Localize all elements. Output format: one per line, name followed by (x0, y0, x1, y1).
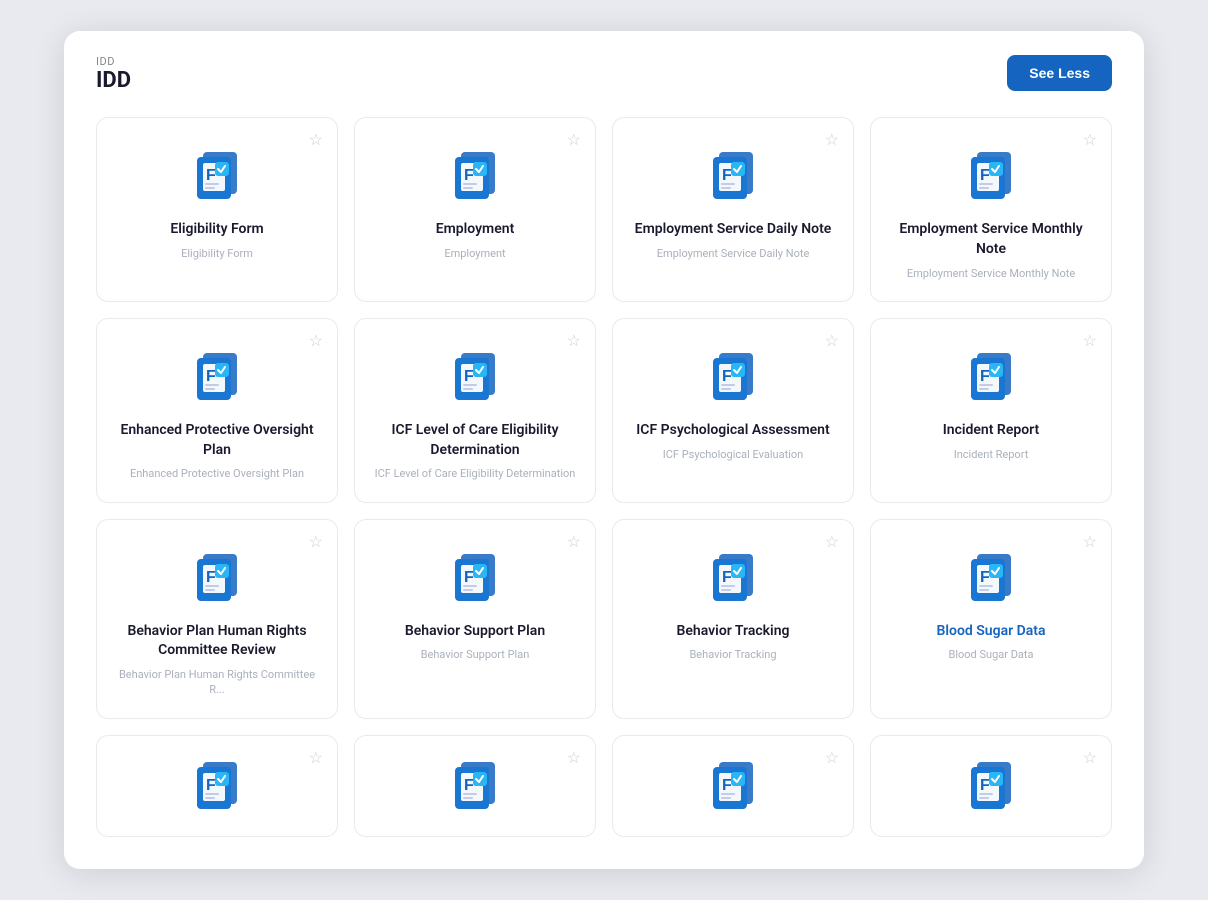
card-icon-employment-service-daily-note: F (701, 142, 765, 206)
card-employment[interactable]: ☆ F Employment Employment (354, 117, 596, 302)
card-title-enhanced-protective-oversight-plan: Enhanced Protective Oversight Plan (113, 421, 321, 460)
card-star-blood-sugar-data[interactable]: ☆ (1083, 532, 1097, 551)
main-window: IDD IDD See Less ☆ F Eligibility Form El (64, 31, 1144, 868)
card-blood-sugar-data[interactable]: ☆ F Blood Sugar Data Blood Sugar Data (870, 519, 1112, 719)
card-star-icf-level-of-care-eligibility-determination[interactable]: ☆ (567, 331, 581, 350)
card-subtitle-icf-level-of-care-eligibility-determination: ICF Level of Care Eligibility Determinat… (375, 466, 576, 481)
card-title-eligibility-form: Eligibility Form (170, 220, 263, 240)
card-star-behavior-plan-human-rights[interactable]: ☆ (309, 532, 323, 551)
card-subtitle-behavior-tracking: Behavior Tracking (689, 647, 776, 662)
card-star-partial-4[interactable]: ☆ (1083, 748, 1097, 767)
card-title-behavior-support-plan: Behavior Support Plan (405, 622, 545, 642)
card-subtitle-icf-psychological-assessment: ICF Psychological Evaluation (663, 447, 803, 462)
svg-text:F: F (980, 167, 990, 184)
card-icon-partial-2: F (443, 752, 507, 816)
card-title-icf-level-of-care-eligibility-determination: ICF Level of Care Eligibility Determinat… (371, 421, 579, 460)
svg-text:F: F (464, 569, 474, 586)
card-subtitle-employment-service-monthly-note: Employment Service Monthly Note (907, 266, 1075, 281)
card-incident-report[interactable]: ☆ F Incident Report Incident Report (870, 318, 1112, 503)
card-star-employment-service-monthly-note[interactable]: ☆ (1083, 130, 1097, 149)
card-icf-psychological-assessment[interactable]: ☆ F ICF Psychological Assessment ICF Psy… (612, 318, 854, 503)
card-icon-partial-4: F (959, 752, 1023, 816)
card-title-behavior-tracking: Behavior Tracking (677, 622, 790, 642)
card-subtitle-blood-sugar-data: Blood Sugar Data (948, 647, 1033, 662)
idd-label: IDD (96, 55, 131, 68)
card-title-employment-service-monthly-note: Employment Service Monthly Note (887, 220, 1095, 259)
card-title-behavior-plan-human-rights: Behavior Plan Human Rights Committee Rev… (113, 622, 321, 661)
card-subtitle-employment: Employment (444, 246, 505, 261)
svg-text:F: F (206, 569, 216, 586)
card-partial-3[interactable]: ☆ F (612, 735, 854, 837)
card-icf-level-of-care-eligibility-determination[interactable]: ☆ F ICF Level of Care Eligibility Determ… (354, 318, 596, 503)
card-title-icf-psychological-assessment: ICF Psychological Assessment (636, 421, 829, 441)
card-icon-behavior-plan-human-rights: F (185, 544, 249, 608)
card-subtitle-enhanced-protective-oversight-plan: Enhanced Protective Oversight Plan (130, 466, 304, 481)
card-star-employment-service-daily-note[interactable]: ☆ (825, 130, 839, 149)
card-partial-4[interactable]: ☆ F (870, 735, 1112, 837)
card-icon-incident-report: F (959, 343, 1023, 407)
svg-text:F: F (722, 569, 732, 586)
svg-text:F: F (206, 368, 216, 385)
card-star-eligibility-form[interactable]: ☆ (309, 130, 323, 149)
card-star-partial-3[interactable]: ☆ (825, 748, 839, 767)
card-star-incident-report[interactable]: ☆ (1083, 331, 1097, 350)
card-subtitle-employment-service-daily-note: Employment Service Daily Note (657, 246, 810, 261)
card-title-employment-service-daily-note: Employment Service Daily Note (635, 220, 832, 240)
card-employment-service-monthly-note[interactable]: ☆ F Employment Service Monthly Note Empl… (870, 117, 1112, 302)
see-less-button[interactable]: See Less (1007, 55, 1112, 91)
svg-text:F: F (464, 368, 474, 385)
card-subtitle-incident-report: Incident Report (954, 447, 1029, 462)
card-icon-enhanced-protective-oversight-plan: F (185, 343, 249, 407)
idd-title: IDD (96, 68, 131, 93)
card-behavior-tracking[interactable]: ☆ F Behavior Tracking Behavior Tracking (612, 519, 854, 719)
card-icon-partial-1: F (185, 752, 249, 816)
card-icon-blood-sugar-data: F (959, 544, 1023, 608)
card-partial-2[interactable]: ☆ F (354, 735, 596, 837)
svg-text:F: F (464, 167, 474, 184)
card-subtitle-behavior-support-plan: Behavior Support Plan (421, 647, 530, 662)
card-behavior-support-plan[interactable]: ☆ F Behavior Support Plan Behavior Suppo… (354, 519, 596, 719)
card-star-icf-psychological-assessment[interactable]: ☆ (825, 331, 839, 350)
card-icon-employment-service-monthly-note: F (959, 142, 1023, 206)
card-eligibility-form[interactable]: ☆ F Eligibility Form Eligibility Form (96, 117, 338, 302)
svg-text:F: F (206, 777, 216, 794)
card-icon-behavior-support-plan: F (443, 544, 507, 608)
card-employment-service-daily-note[interactable]: ☆ F Employment Service Daily Note Employ… (612, 117, 854, 302)
card-star-behavior-tracking[interactable]: ☆ (825, 532, 839, 551)
svg-text:F: F (980, 368, 990, 385)
card-icon-icf-level-of-care-eligibility-determination: F (443, 343, 507, 407)
card-star-employment[interactable]: ☆ (567, 130, 581, 149)
card-behavior-plan-human-rights[interactable]: ☆ F Behavior Plan Human Rights Committee… (96, 519, 338, 719)
card-subtitle-eligibility-form: Eligibility Form (181, 246, 253, 261)
card-icon-behavior-tracking: F (701, 544, 765, 608)
card-icon-icf-psychological-assessment: F (701, 343, 765, 407)
svg-text:F: F (464, 777, 474, 794)
card-grid: ☆ F Eligibility Form Eligibility Form ☆ (96, 117, 1112, 836)
svg-text:F: F (722, 167, 732, 184)
svg-text:F: F (722, 777, 732, 794)
card-icon-eligibility-form: F (185, 142, 249, 206)
card-title-incident-report: Incident Report (943, 421, 1040, 441)
card-icon-partial-3: F (701, 752, 765, 816)
header: IDD IDD See Less (96, 55, 1112, 93)
card-partial-1[interactable]: ☆ F (96, 735, 338, 837)
header-left: IDD IDD (96, 55, 131, 93)
card-star-partial-1[interactable]: ☆ (309, 748, 323, 767)
card-icon-employment: F (443, 142, 507, 206)
card-title-blood-sugar-data: Blood Sugar Data (937, 622, 1046, 642)
card-title-employment: Employment (436, 220, 515, 240)
card-enhanced-protective-oversight-plan[interactable]: ☆ F Enhanced Protective Oversight Plan E… (96, 318, 338, 503)
card-star-partial-2[interactable]: ☆ (567, 748, 581, 767)
card-star-enhanced-protective-oversight-plan[interactable]: ☆ (309, 331, 323, 350)
card-subtitle-behavior-plan-human-rights: Behavior Plan Human Rights Committee R..… (113, 667, 321, 698)
svg-text:F: F (206, 167, 216, 184)
svg-text:F: F (722, 368, 732, 385)
card-star-behavior-support-plan[interactable]: ☆ (567, 532, 581, 551)
svg-text:F: F (980, 569, 990, 586)
svg-text:F: F (980, 777, 990, 794)
